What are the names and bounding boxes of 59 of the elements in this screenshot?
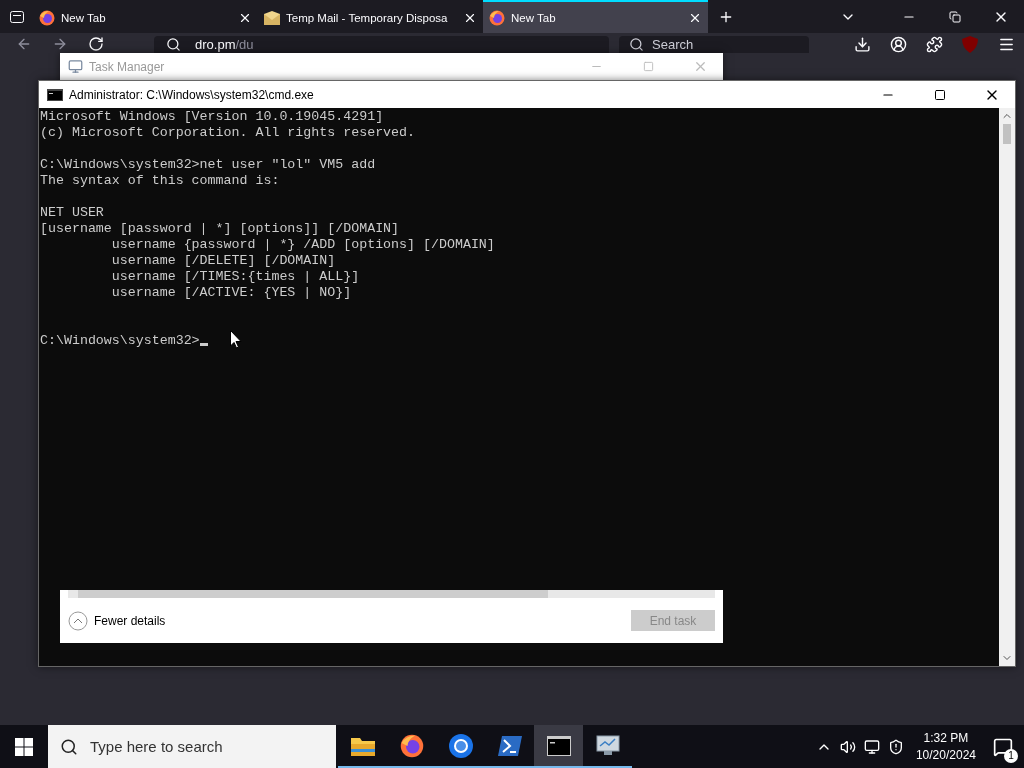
security-icon[interactable]	[887, 738, 904, 755]
console-line: (c) Microsoft Corporation. All rights reserved.	[40, 125, 417, 141]
firefox-icon	[39, 9, 55, 26]
terminal-icon	[47, 88, 63, 101]
account-icon[interactable]	[889, 36, 907, 53]
scroll-thumb[interactable]	[1003, 124, 1011, 144]
notification-count: 1	[1004, 748, 1018, 763]
mouse-pointer-icon	[230, 330, 242, 349]
console-line: The syntax of this command is:	[40, 173, 281, 189]
console-line: username {password | *} /ADD [options] [/DOMAIN]	[110, 237, 496, 253]
search-icon	[629, 37, 644, 52]
url-text: dro.pm/du	[195, 37, 254, 52]
browser-tab[interactable]: New Tab	[483, 0, 708, 33]
text-cursor	[199, 343, 208, 346]
firefox-icon	[489, 9, 505, 26]
taskbar-app[interactable]	[534, 725, 583, 768]
collapse-icon[interactable]	[68, 610, 88, 631]
menu-icon[interactable]	[997, 36, 1015, 53]
browser-icon[interactable]	[448, 733, 473, 758]
window-title: Administrator: C:\Windows\system32\cmd.exe	[69, 87, 315, 102]
console-line: [username [password | *] [options]] [/DOMAIN]	[40, 221, 401, 237]
window-title: Task Manager	[89, 59, 166, 74]
firefox-icon	[399, 733, 424, 758]
clock[interactable]: 1:32 PM 10/20/2024	[911, 729, 980, 764]
console-prompt: C:\Windows\system32>	[40, 333, 200, 348]
console-line: username [/TIMES:{times | ALL}]	[110, 269, 361, 285]
taskbar-search-field[interactable]: Type here to search	[48, 725, 336, 768]
scrollbar[interactable]	[999, 108, 1015, 666]
console-line: NET USER	[40, 205, 105, 221]
forward-icon[interactable]	[52, 36, 68, 52]
scroll-thumb[interactable]	[78, 590, 548, 598]
tab-list-icon[interactable]	[8, 8, 25, 25]
search-field[interactable]: Search	[619, 36, 809, 53]
console-line: username [/ACTIVE: {YES | NO}]	[110, 285, 353, 301]
envelope-icon	[264, 10, 280, 25]
fewer-details-toggle[interactable]: Fewer details	[68, 610, 166, 631]
notifications-icon[interactable]	[993, 736, 1013, 757]
search-icon	[166, 37, 181, 52]
restore-icon[interactable]	[949, 10, 961, 23]
monitor-icon[interactable]	[594, 733, 621, 758]
download-icon[interactable]	[853, 36, 871, 53]
powershell-icon[interactable]	[497, 735, 522, 756]
reload-icon[interactable]	[88, 36, 104, 52]
browser-tab[interactable]: Temp Mail - Temporary Disposa	[258, 0, 483, 33]
network-icon[interactable]	[863, 738, 880, 755]
task-manager-icon	[68, 59, 83, 74]
volume-icon[interactable]	[839, 738, 856, 755]
browser-tab[interactable]: New Tab	[33, 0, 258, 33]
back-icon[interactable]	[16, 36, 32, 52]
folder-icon[interactable]	[350, 735, 375, 756]
console-line: username [/DELETE] [/DOMAIN]	[110, 253, 337, 269]
console-line: Microsoft Windows [Version 10.0.19045.4291]	[40, 109, 385, 125]
terminal-icon[interactable]	[546, 735, 571, 756]
extensions-icon[interactable]	[925, 36, 943, 53]
console-line: C:\Windows\system32>net user "lol" VM5 add	[40, 157, 377, 173]
maximize-icon[interactable]	[934, 88, 946, 101]
windows-logo-icon[interactable]	[15, 737, 33, 756]
search-icon	[60, 737, 78, 756]
address-field[interactable]: dro.pm/du	[154, 36, 609, 53]
